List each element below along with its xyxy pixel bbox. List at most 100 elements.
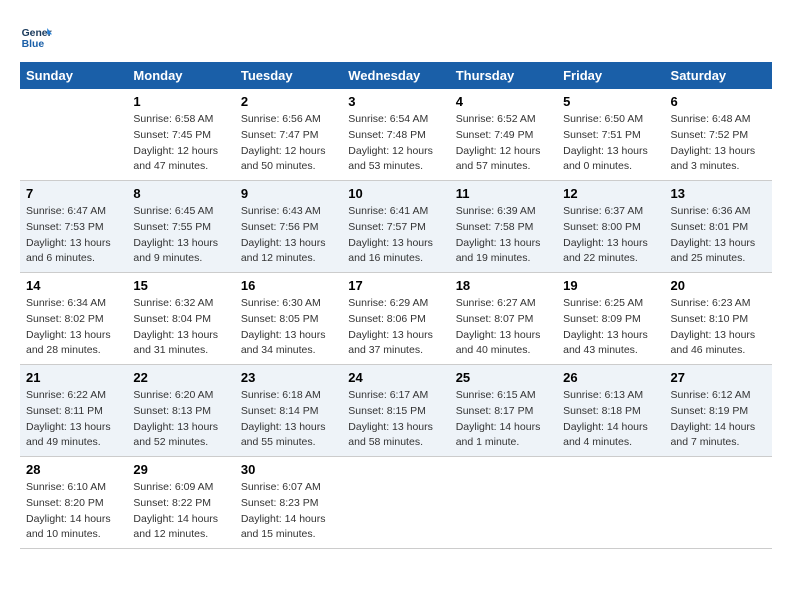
page-header: General Blue — [20, 20, 772, 52]
day-info: Sunrise: 6:25 AM Sunset: 8:09 PM Dayligh… — [563, 296, 658, 359]
day-info: Sunrise: 6:15 AM Sunset: 8:17 PM Dayligh… — [456, 388, 551, 451]
calendar-cell: 13 Sunrise: 6:36 AM Sunset: 8:01 PM Dayli… — [665, 181, 772, 273]
day-info: Sunrise: 6:29 AM Sunset: 8:06 PM Dayligh… — [348, 296, 443, 359]
calendar-cell: 15 Sunrise: 6:32 AM Sunset: 8:04 PM Dayli… — [127, 273, 234, 365]
day-info: Sunrise: 6:07 AM Sunset: 8:23 PM Dayligh… — [241, 480, 336, 543]
day-info: Sunrise: 6:30 AM Sunset: 8:05 PM Dayligh… — [241, 296, 336, 359]
calendar-cell: 7 Sunrise: 6:47 AM Sunset: 7:53 PM Daylig… — [20, 181, 127, 273]
day-info: Sunrise: 6:43 AM Sunset: 7:56 PM Dayligh… — [241, 204, 336, 267]
calendar-cell: 9 Sunrise: 6:43 AM Sunset: 7:56 PM Daylig… — [235, 181, 342, 273]
calendar-cell: 3Sunrise: 6:54 AM Sunset: 7:48 PM Daylig… — [342, 89, 449, 181]
calendar-cell — [342, 457, 449, 549]
day-number: 17 — [348, 278, 443, 293]
day-number: 30 — [241, 462, 336, 477]
day-info: Sunrise: 6:34 AM Sunset: 8:02 PM Dayligh… — [26, 296, 121, 359]
week-row-3: 14 Sunrise: 6:34 AM Sunset: 8:02 PM Dayli… — [20, 273, 772, 365]
day-number: 1 — [133, 94, 228, 109]
day-number: 4 — [456, 94, 551, 109]
col-header-monday: Monday — [127, 62, 234, 89]
day-info: Sunrise: 6:27 AM Sunset: 8:07 PM Dayligh… — [456, 296, 551, 359]
day-info: Sunrise: 6:10 AM Sunset: 8:20 PM Dayligh… — [26, 480, 121, 543]
day-number: 10 — [348, 186, 443, 201]
calendar-cell: 26 Sunrise: 6:13 AM Sunset: 8:18 PM Dayli… — [557, 365, 664, 457]
week-row-5: 28 Sunrise: 6:10 AM Sunset: 8:20 PM Dayli… — [20, 457, 772, 549]
day-number: 7 — [26, 186, 121, 201]
day-number: 15 — [133, 278, 228, 293]
col-header-thursday: Thursday — [450, 62, 557, 89]
day-number: 25 — [456, 370, 551, 385]
calendar-cell: 21 Sunrise: 6:22 AM Sunset: 8:11 PM Dayli… — [20, 365, 127, 457]
day-number: 23 — [241, 370, 336, 385]
col-header-saturday: Saturday — [665, 62, 772, 89]
calendar-cell: 18Sunrise: 6:27 AM Sunset: 8:07 PM Dayli… — [450, 273, 557, 365]
day-number: 5 — [563, 94, 658, 109]
day-number: 26 — [563, 370, 658, 385]
logo: General Blue — [20, 20, 56, 52]
calendar-cell — [20, 89, 127, 181]
calendar-cell: 22Sunrise: 6:20 AM Sunset: 8:13 PM Dayli… — [127, 365, 234, 457]
col-header-friday: Friday — [557, 62, 664, 89]
day-info: Sunrise: 6:17 AM Sunset: 8:15 PM Dayligh… — [348, 388, 443, 451]
calendar-table: SundayMondayTuesdayWednesdayThursdayFrid… — [20, 62, 772, 549]
day-number: 19 — [563, 278, 658, 293]
day-number: 12 — [563, 186, 658, 201]
calendar-cell — [557, 457, 664, 549]
calendar-cell: 8 Sunrise: 6:45 AM Sunset: 7:55 PM Daylig… — [127, 181, 234, 273]
day-number: 8 — [133, 186, 228, 201]
day-number: 2 — [241, 94, 336, 109]
day-info: Sunrise: 6:20 AM Sunset: 8:13 PM Dayligh… — [133, 388, 228, 451]
day-number: 29 — [133, 462, 228, 477]
day-info: Sunrise: 6:39 AM Sunset: 7:58 PM Dayligh… — [456, 204, 551, 267]
day-number: 28 — [26, 462, 121, 477]
day-info: Sunrise: 6:23 AM Sunset: 8:10 PM Dayligh… — [671, 296, 766, 359]
day-info: Sunrise: 6:32 AM Sunset: 8:04 PM Dayligh… — [133, 296, 228, 359]
day-number: 24 — [348, 370, 443, 385]
day-number: 11 — [456, 186, 551, 201]
day-info: Sunrise: 6:18 AM Sunset: 8:14 PM Dayligh… — [241, 388, 336, 451]
header-row: SundayMondayTuesdayWednesdayThursdayFrid… — [20, 62, 772, 89]
day-info: Sunrise: 6:13 AM Sunset: 8:18 PM Dayligh… — [563, 388, 658, 451]
week-row-1: 1 Sunrise: 6:58 AM Sunset: 7:45 PM Daylig… — [20, 89, 772, 181]
calendar-cell: 24 Sunrise: 6:17 AM Sunset: 8:15 PM Dayli… — [342, 365, 449, 457]
col-header-tuesday: Tuesday — [235, 62, 342, 89]
col-header-wednesday: Wednesday — [342, 62, 449, 89]
calendar-cell: 5 Sunrise: 6:50 AM Sunset: 7:51 PM Daylig… — [557, 89, 664, 181]
day-info: Sunrise: 6:48 AM Sunset: 7:52 PM Dayligh… — [671, 112, 766, 175]
day-info: Sunrise: 6:56 AM Sunset: 7:47 PM Dayligh… — [241, 112, 336, 175]
calendar-cell: 27Sunrise: 6:12 AM Sunset: 8:19 PM Dayli… — [665, 365, 772, 457]
calendar-cell: 11 Sunrise: 6:39 AM Sunset: 7:58 PM Dayli… — [450, 181, 557, 273]
day-info: Sunrise: 6:50 AM Sunset: 7:51 PM Dayligh… — [563, 112, 658, 175]
calendar-cell: 14 Sunrise: 6:34 AM Sunset: 8:02 PM Dayli… — [20, 273, 127, 365]
calendar-cell: 1 Sunrise: 6:58 AM Sunset: 7:45 PM Daylig… — [127, 89, 234, 181]
col-header-sunday: Sunday — [20, 62, 127, 89]
day-number: 13 — [671, 186, 766, 201]
day-info: Sunrise: 6:54 AM Sunset: 7:48 PM Dayligh… — [348, 112, 443, 175]
calendar-cell: 23 Sunrise: 6:18 AM Sunset: 8:14 PM Dayli… — [235, 365, 342, 457]
day-number: 6 — [671, 94, 766, 109]
day-info: Sunrise: 6:45 AM Sunset: 7:55 PM Dayligh… — [133, 204, 228, 267]
day-info: Sunrise: 6:58 AM Sunset: 7:45 PM Dayligh… — [133, 112, 228, 175]
calendar-cell — [450, 457, 557, 549]
day-info: Sunrise: 6:22 AM Sunset: 8:11 PM Dayligh… — [26, 388, 121, 451]
day-number: 21 — [26, 370, 121, 385]
calendar-cell: 2 Sunrise: 6:56 AM Sunset: 7:47 PM Daylig… — [235, 89, 342, 181]
day-number: 9 — [241, 186, 336, 201]
calendar-cell: 6 Sunrise: 6:48 AM Sunset: 7:52 PM Daylig… — [665, 89, 772, 181]
day-info: Sunrise: 6:36 AM Sunset: 8:01 PM Dayligh… — [671, 204, 766, 267]
day-number: 14 — [26, 278, 121, 293]
calendar-cell: 10 Sunrise: 6:41 AM Sunset: 7:57 PM Dayli… — [342, 181, 449, 273]
calendar-cell: 29 Sunrise: 6:09 AM Sunset: 8:22 PM Dayli… — [127, 457, 234, 549]
day-info: Sunrise: 6:52 AM Sunset: 7:49 PM Dayligh… — [456, 112, 551, 175]
calendar-cell: 28 Sunrise: 6:10 AM Sunset: 8:20 PM Dayli… — [20, 457, 127, 549]
calendar-cell: 12Sunrise: 6:37 AM Sunset: 8:00 PM Dayli… — [557, 181, 664, 273]
week-row-4: 21 Sunrise: 6:22 AM Sunset: 8:11 PM Dayli… — [20, 365, 772, 457]
calendar-cell: 30 Sunrise: 6:07 AM Sunset: 8:23 PM Dayli… — [235, 457, 342, 549]
week-row-2: 7 Sunrise: 6:47 AM Sunset: 7:53 PM Daylig… — [20, 181, 772, 273]
calendar-cell: 17 Sunrise: 6:29 AM Sunset: 8:06 PM Dayli… — [342, 273, 449, 365]
logo-icon: General Blue — [20, 20, 52, 52]
day-number: 16 — [241, 278, 336, 293]
day-info: Sunrise: 6:41 AM Sunset: 7:57 PM Dayligh… — [348, 204, 443, 267]
day-info: Sunrise: 6:47 AM Sunset: 7:53 PM Dayligh… — [26, 204, 121, 267]
day-info: Sunrise: 6:09 AM Sunset: 8:22 PM Dayligh… — [133, 480, 228, 543]
day-number: 20 — [671, 278, 766, 293]
